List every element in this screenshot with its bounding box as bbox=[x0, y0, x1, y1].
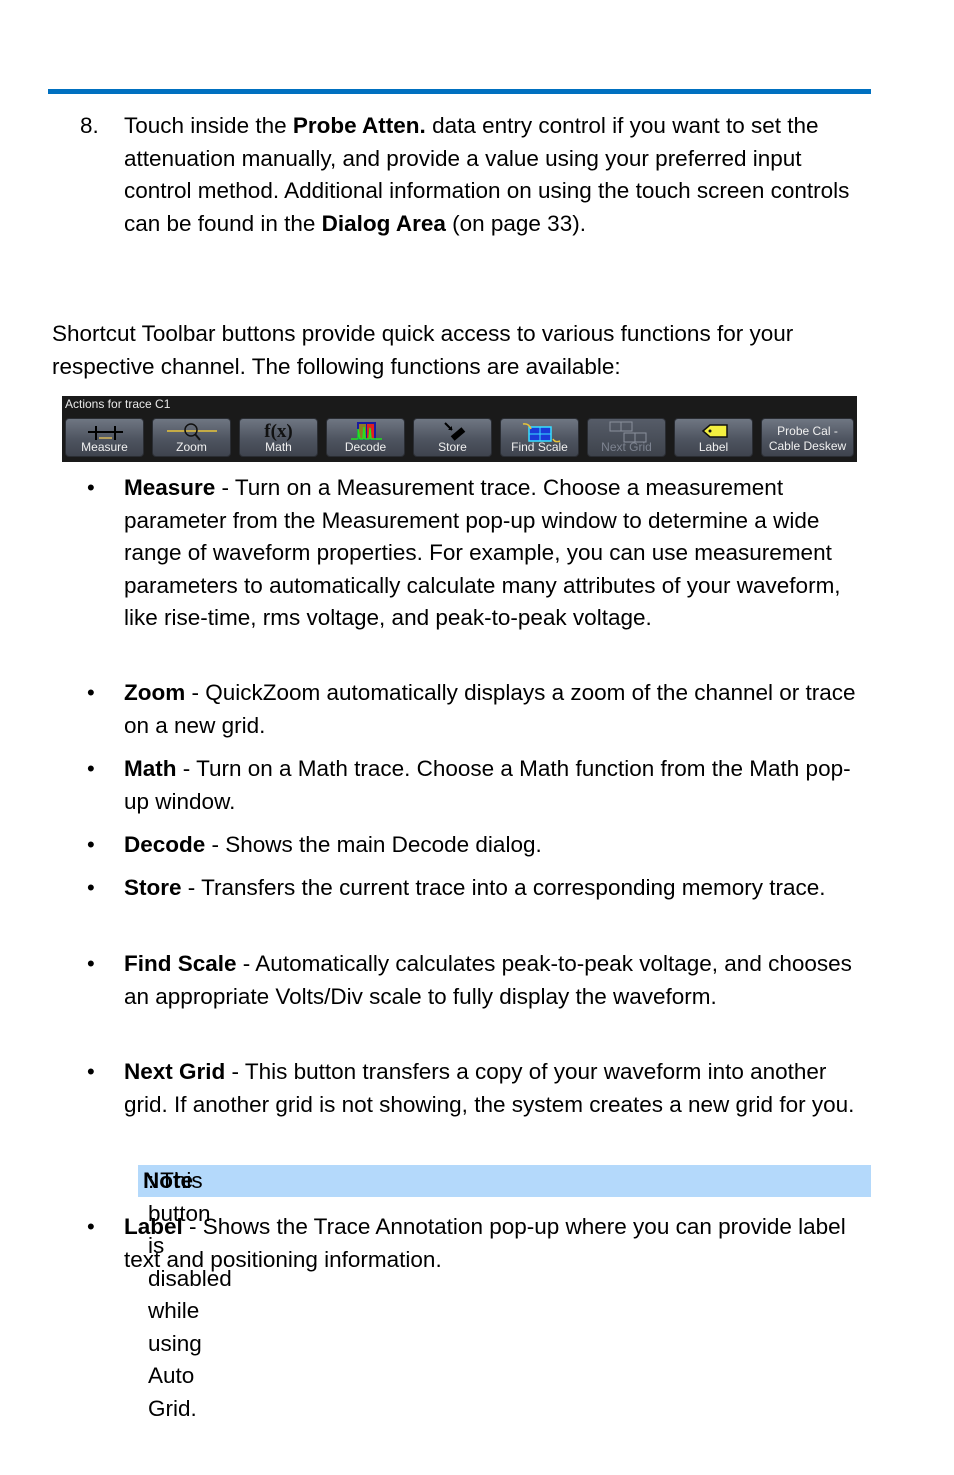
toolbar-title: Actions for trace C1 bbox=[65, 397, 171, 411]
list-item-zoom: Zoom - QuickZoom automatically displays … bbox=[87, 677, 872, 742]
step-text: Touch inside the Probe Atten. data entry… bbox=[124, 110, 869, 240]
list-item-decode: Decode - Shows the main Decode dialog. bbox=[87, 829, 872, 862]
list-item-measure: Measure - Turn on a Measurement trace. C… bbox=[87, 472, 872, 635]
store-button[interactable]: Store bbox=[413, 418, 492, 457]
zoom-button[interactable]: Zoom bbox=[152, 418, 231, 457]
note-text: Note: This button is disabled while usin… bbox=[143, 1168, 232, 1421]
intro-paragraph: Shortcut Toolbar buttons provide quick a… bbox=[52, 321, 794, 379]
list-item-next-grid: Next Grid - This button transfers a copy… bbox=[87, 1056, 872, 1121]
list-item-find-scale: Find Scale - Automatically calculates pe… bbox=[87, 948, 872, 1013]
probe-cal-cable-deskew-button[interactable]: Probe Cal - Cable Deskew bbox=[761, 418, 854, 457]
shortcut-toolbar: Actions for trace C1 Measure Zoom f(x) M… bbox=[62, 396, 857, 462]
measure-label: Measure bbox=[81, 440, 128, 454]
next-grid-label: Next Grid bbox=[601, 440, 652, 454]
step-number: 8. bbox=[80, 113, 99, 138]
math-button[interactable]: f(x) Math bbox=[239, 418, 318, 457]
decode-label: Decode bbox=[344, 440, 387, 454]
list-item-math: Math - Turn on a Math trace. Choose a Ma… bbox=[87, 753, 872, 818]
find-scale-label: Find Scale bbox=[511, 440, 568, 454]
probe-atten-term: Probe Atten. bbox=[292, 113, 426, 138]
step-text-1: Touch inside the bbox=[124, 113, 293, 138]
zoom-label: Zoom bbox=[176, 440, 207, 454]
list-item-label: Label - Shows the Trace Annotation pop-u… bbox=[87, 1211, 872, 1276]
step-text-3: (on page 33). bbox=[445, 210, 586, 236]
dialog-area-link[interactable]: Dialog Area bbox=[322, 211, 446, 236]
find-scale-button[interactable]: Find Scale bbox=[500, 418, 579, 457]
label-button[interactable]: Label bbox=[674, 418, 753, 457]
next-grid-button[interactable]: Next Grid bbox=[587, 418, 666, 457]
store-label: Store bbox=[438, 440, 467, 454]
measure-button[interactable]: Measure bbox=[65, 418, 144, 457]
decode-button[interactable]: Decode bbox=[326, 418, 405, 457]
note-box: Note: This button is disabled while usin… bbox=[138, 1165, 871, 1421]
probe-cal-label: Probe Cal - Cable Deskew bbox=[768, 424, 847, 453]
header-rule bbox=[48, 89, 871, 94]
label-label: Label bbox=[698, 440, 729, 454]
math-label: Math bbox=[265, 440, 292, 454]
list-item-store: Store - Transfers the current trace into… bbox=[87, 872, 872, 905]
